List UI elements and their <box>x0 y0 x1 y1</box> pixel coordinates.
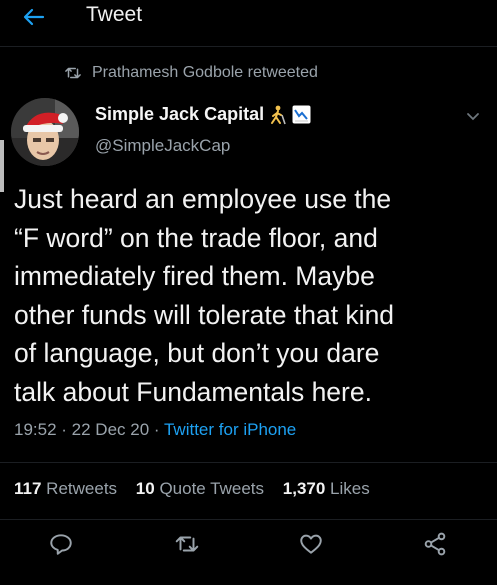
retweets-label: Retweets <box>46 479 118 498</box>
retweet-icon[interactable] <box>174 531 200 557</box>
page-title: Tweet <box>86 3 143 26</box>
edge-marker <box>0 140 4 192</box>
quotes-label: Quote Tweets <box>159 479 265 498</box>
retweet-context[interactable]: Prathamesh Godbole retweeted <box>64 62 318 84</box>
quotes-count: 10 <box>135 479 155 498</box>
tweet-meta: 19:52 · 22 Dec 20 · Twitter for iPhone <box>14 420 296 440</box>
share-icon[interactable] <box>422 531 448 557</box>
tweet-time: 19:52 <box>14 420 57 439</box>
meta-separator: · <box>153 420 164 439</box>
chart-decreasing-icon <box>292 105 311 124</box>
likes-label: Likes <box>330 479 370 498</box>
walking-person-icon <box>268 105 286 125</box>
tweet-source-link[interactable]: Twitter for iPhone <box>164 420 296 439</box>
tweet-text: Just heard an employee use the “F word” … <box>14 184 395 407</box>
heart-icon[interactable] <box>298 531 324 557</box>
quotes-stat[interactable]: 10 Quote Tweets <box>136 479 264 498</box>
header-divider <box>0 46 497 47</box>
avatar[interactable] <box>11 98 79 166</box>
stats-divider-bottom <box>0 519 497 520</box>
author-name-line[interactable]: Simple Jack Capital <box>95 104 311 125</box>
retweet-label: Prathamesh Godbole retweeted <box>92 64 318 81</box>
meta-separator: · <box>61 420 72 439</box>
likes-stat[interactable]: 1,370 Likes <box>283 479 370 498</box>
retweets-count: 117 <box>14 479 42 498</box>
author-name: Simple Jack Capital <box>95 104 265 124</box>
action-bar <box>0 525 497 565</box>
stats-divider-top <box>0 462 497 463</box>
author-handle[interactable]: @SimpleJackCap <box>95 136 230 156</box>
likes-count: 1,370 <box>282 479 326 498</box>
reply-icon[interactable] <box>48 531 74 557</box>
arrow-left-icon[interactable] <box>22 5 46 29</box>
retweets-stat[interactable]: 117 Retweets <box>14 479 117 498</box>
tweet-date: 22 Dec 20 <box>71 420 150 439</box>
chevron-down-icon[interactable] <box>466 112 480 122</box>
engagement-stats: 117 Retweets 10 Quote Tweets 1,370 Likes <box>14 479 370 499</box>
retweet-icon <box>64 64 82 82</box>
top-bar: Tweet <box>0 0 497 46</box>
